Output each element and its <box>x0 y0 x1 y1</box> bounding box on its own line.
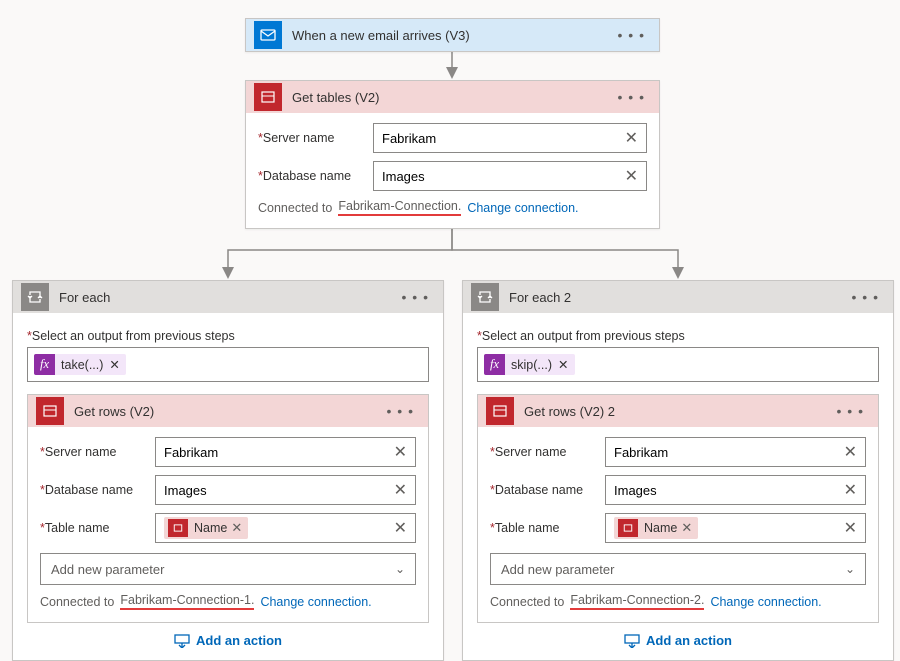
for-each-2-title: For each 2 <box>509 290 846 305</box>
database-name-input-wrap[interactable]: ✕ <box>605 475 866 505</box>
table-name-input-wrap[interactable]: Name ✕ ✕ <box>155 513 416 543</box>
chip-remove-icon[interactable]: ✕ <box>558 357 574 372</box>
add-parameter-dropdown[interactable]: Add new parameter ⌄ <box>490 553 866 585</box>
table-name-label: *Table name <box>490 521 605 535</box>
add-parameter-dropdown[interactable]: Add new parameter ⌄ <box>40 553 416 585</box>
table-name-chip[interactable]: Name ✕ <box>614 517 698 539</box>
database-name-input[interactable] <box>614 483 844 498</box>
trigger-header[interactable]: When a new email arrives (V3) • • • <box>246 19 659 51</box>
chevron-down-icon: ⌄ <box>395 562 405 576</box>
for-each-1-header[interactable]: For each • • • <box>13 281 443 313</box>
add-action-icon <box>624 634 640 648</box>
get-rows-2-card: Get rows (V2) 2 • • • *Server name ✕ *Da… <box>477 394 879 623</box>
loop-icon <box>21 283 49 311</box>
action-get-tables: Get tables (V2) • • • *Server name ✕ *Da… <box>245 80 660 229</box>
clear-icon[interactable]: ✕ <box>844 480 857 500</box>
server-name-input-wrap[interactable]: ✕ <box>605 437 866 467</box>
get-rows-header[interactable]: Get rows (V2) • • • <box>28 395 428 427</box>
for-each-2-header[interactable]: For each 2 • • • <box>463 281 893 313</box>
database-name-label: *Database name <box>490 483 605 497</box>
select-output-box[interactable]: fx skip(...) ✕ <box>477 347 879 382</box>
sql-icon <box>168 519 188 537</box>
clear-icon[interactable]: ✕ <box>844 518 857 538</box>
clear-icon[interactable]: ✕ <box>394 442 407 462</box>
server-name-label: *Server name <box>40 445 155 459</box>
server-name-input-wrap[interactable]: ✕ <box>155 437 416 467</box>
connection-name: Fabrikam-Connection. <box>338 199 461 216</box>
connection-name: Fabrikam-Connection-1. <box>120 593 254 610</box>
sql-icon <box>486 397 514 425</box>
change-connection-link[interactable]: Change connection. <box>467 201 578 215</box>
select-output-label: *Select an output from previous steps <box>477 329 879 343</box>
chevron-down-icon: ⌄ <box>845 562 855 576</box>
database-name-label: *Database name <box>258 169 373 183</box>
server-name-label: *Server name <box>258 131 373 145</box>
server-name-input[interactable] <box>382 131 625 146</box>
for-each-2-menu[interactable]: • • • <box>846 289 885 305</box>
database-name-label: *Database name <box>40 483 155 497</box>
get-tables-header[interactable]: Get tables (V2) • • • <box>246 81 659 113</box>
sql-icon <box>618 519 638 537</box>
clear-icon[interactable]: ✕ <box>394 518 407 538</box>
get-rows-card: Get rows (V2) • • • *Server name ✕ *Data… <box>27 394 429 623</box>
get-rows-title: Get rows (V2) <box>74 404 381 419</box>
table-name-input-wrap[interactable]: Name ✕ ✕ <box>605 513 866 543</box>
sql-icon <box>254 83 282 111</box>
server-name-label: *Server name <box>490 445 605 459</box>
chip-remove-icon[interactable]: ✕ <box>231 520 242 536</box>
fx-icon: fx <box>484 354 505 375</box>
database-name-input-wrap[interactable]: ✕ <box>155 475 416 505</box>
table-name-label: *Table name <box>40 521 155 535</box>
get-rows-2-header[interactable]: Get rows (V2) 2 • • • <box>478 395 878 427</box>
sql-icon <box>36 397 64 425</box>
add-action-button[interactable]: Add an action <box>27 623 429 660</box>
select-output-box[interactable]: fx take(...) ✕ <box>27 347 429 382</box>
connection-name: Fabrikam-Connection-2. <box>570 593 704 610</box>
for-each-2: For each 2 • • • *Select an output from … <box>462 280 894 661</box>
server-name-input-wrap[interactable]: ✕ <box>373 123 647 153</box>
get-tables-menu[interactable]: • • • <box>612 89 651 105</box>
select-output-label: *Select an output from previous steps <box>27 329 429 343</box>
outlook-icon <box>254 21 282 49</box>
clear-icon[interactable]: ✕ <box>394 480 407 500</box>
loop-icon <box>471 283 499 311</box>
connection-info: Connected to Fabrikam-Connection-1. Chan… <box>40 593 416 610</box>
database-name-input[interactable] <box>164 483 394 498</box>
database-name-input[interactable] <box>382 169 625 184</box>
get-rows-2-menu[interactable]: • • • <box>831 403 870 419</box>
trigger-title: When a new email arrives (V3) <box>292 28 612 43</box>
clear-icon[interactable]: ✕ <box>844 442 857 462</box>
server-name-input[interactable] <box>164 445 394 460</box>
get-tables-title: Get tables (V2) <box>292 90 612 105</box>
for-each-1-menu[interactable]: • • • <box>396 289 435 305</box>
connection-info: Connected to Fabrikam-Connection. Change… <box>258 199 647 216</box>
fx-expression-chip[interactable]: fx skip(...) ✕ <box>484 354 575 375</box>
clear-icon[interactable]: ✕ <box>625 166 638 186</box>
clear-icon[interactable]: ✕ <box>625 128 638 148</box>
database-name-input-wrap[interactable]: ✕ <box>373 161 647 191</box>
trigger-card[interactable]: When a new email arrives (V3) • • • <box>245 18 660 52</box>
add-action-button[interactable]: Add an action <box>477 623 879 660</box>
connection-info: Connected to Fabrikam-Connection-2. Chan… <box>490 593 866 610</box>
fx-icon: fx <box>34 354 55 375</box>
get-tables-body: *Server name ✕ *Database name ✕ Connecte… <box>246 113 659 228</box>
get-rows-menu[interactable]: • • • <box>381 403 420 419</box>
for-each-1-title: For each <box>59 290 396 305</box>
for-each-1: For each • • • *Select an output from pr… <box>12 280 444 661</box>
change-connection-link[interactable]: Change connection. <box>260 595 371 609</box>
change-connection-link[interactable]: Change connection. <box>710 595 821 609</box>
chip-remove-icon[interactable]: ✕ <box>681 520 692 536</box>
chip-remove-icon[interactable]: ✕ <box>109 357 125 372</box>
server-name-input[interactable] <box>614 445 844 460</box>
trigger-menu[interactable]: • • • <box>612 27 651 43</box>
fx-expression-chip[interactable]: fx take(...) ✕ <box>34 354 126 375</box>
flow-canvas: When a new email arrives (V3) • • • Get … <box>0 0 900 650</box>
get-rows-2-title: Get rows (V2) 2 <box>524 404 831 419</box>
table-name-chip[interactable]: Name ✕ <box>164 517 248 539</box>
add-action-icon <box>174 634 190 648</box>
